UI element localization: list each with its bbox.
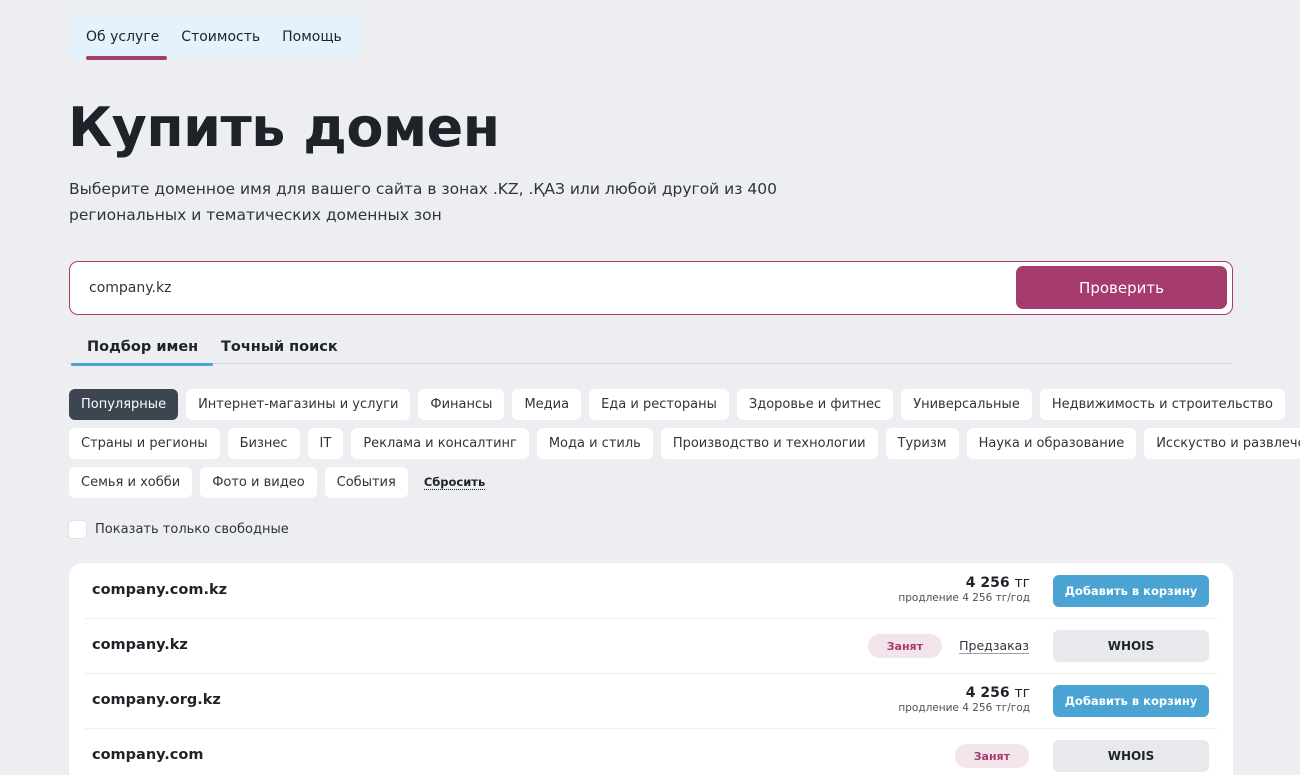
- category-chip[interactable]: Страны и регионы: [69, 428, 220, 459]
- price-amount: 4 256: [965, 685, 1010, 701]
- renewal-price: продление 4 256 тг/год: [898, 702, 1030, 714]
- whois-button[interactable]: WHOIS: [1053, 740, 1209, 772]
- page-subtitle: Выберите доменное имя для вашего сайта в…: [69, 180, 778, 224]
- price-currency: тг: [1014, 685, 1030, 701]
- category-chip[interactable]: События: [324, 467, 408, 498]
- domain-search-box: Проверить: [69, 261, 1233, 315]
- renewal-price: продление 4 256 тг/год: [898, 592, 1030, 604]
- price-block: 4 256 тг продление 4 256 тг/год: [898, 575, 1030, 604]
- free-only-checkbox[interactable]: [68, 520, 87, 539]
- domain-name: company.com: [92, 747, 204, 763]
- add-to-cart-button[interactable]: Добавить в корзину: [1053, 685, 1209, 717]
- preorder-link[interactable]: Предзаказ: [959, 638, 1029, 654]
- domain-name: company.com.kz: [92, 582, 228, 598]
- nav-item-about[interactable]: Об услуге: [80, 14, 168, 60]
- price-block: 4 256 тг продление 4 256 тг/год: [898, 685, 1030, 714]
- category-chip[interactable]: Еда и рестораны: [589, 389, 729, 420]
- domain-results-list: company.com.kz 4 256 тг продление 4 256 …: [69, 563, 1233, 775]
- result-row: company.com.kz 4 256 тг продление 4 256 …: [69, 563, 1233, 618]
- add-to-cart-button[interactable]: Добавить в корзину: [1053, 575, 1209, 607]
- category-chip[interactable]: IT: [307, 428, 344, 459]
- whois-button[interactable]: WHOIS: [1053, 630, 1209, 662]
- category-chip[interactable]: Здоровье и фитнес: [736, 389, 894, 420]
- search-mode-tabs: Подбор имен Точный поиск: [69, 336, 1233, 366]
- reset-filters-link[interactable]: Сбросить: [423, 475, 486, 490]
- domain-search-input[interactable]: [89, 275, 989, 301]
- tab-name-suggestions[interactable]: Подбор имен: [70, 339, 214, 366]
- status-badge: Занят: [867, 634, 942, 658]
- category-chip[interactable]: Популярные: [69, 389, 179, 420]
- category-chip[interactable]: Универсальные: [901, 389, 1032, 420]
- category-chip[interactable]: Реклама и консалтинг: [351, 428, 529, 459]
- check-button[interactable]: Проверить: [1016, 266, 1227, 309]
- category-chip[interactable]: Туризм: [885, 428, 959, 459]
- tab-exact-search[interactable]: Точный поиск: [221, 339, 338, 364]
- category-chip[interactable]: Мода и стиль: [536, 428, 653, 459]
- price-amount: 4 256: [965, 575, 1010, 591]
- status-badge: Занят: [954, 744, 1029, 768]
- category-chip[interactable]: Фото и видео: [200, 467, 317, 498]
- result-row: company.com Занят WHOIS: [69, 728, 1233, 775]
- result-row: company.kz Занят Предзаказ WHOIS: [69, 618, 1233, 673]
- nav-item-help[interactable]: Помощь: [276, 14, 348, 59]
- category-chip[interactable]: Медиа: [512, 389, 582, 420]
- result-row: company.org.kz 4 256 тг продление 4 256 …: [69, 673, 1233, 728]
- top-navigation: Об услуге Стоимость Помощь: [69, 14, 360, 60]
- category-chip[interactable]: Недвижимость и строительство: [1039, 389, 1285, 420]
- page-title: Купить домен: [68, 96, 500, 159]
- nav-item-pricing[interactable]: Стоимость: [175, 14, 266, 59]
- category-chip[interactable]: Финансы: [418, 389, 505, 420]
- category-chip[interactable]: Наука и образование: [966, 428, 1137, 459]
- category-chip[interactable]: Производство и технологии: [660, 428, 878, 459]
- category-filters: Популярные Интернет-магазины и услуги Фи…: [69, 389, 1300, 506]
- category-chip[interactable]: Интернет-магазины и услуги: [186, 389, 411, 420]
- price-currency: тг: [1014, 575, 1030, 591]
- free-only-filter[interactable]: Показать только свободные: [68, 520, 289, 539]
- category-chip[interactable]: Исскуство и развлечения: [1144, 428, 1300, 459]
- domain-name: company.kz: [92, 637, 188, 653]
- free-only-label: Показать только свободные: [95, 522, 289, 537]
- category-chip[interactable]: Бизнес: [227, 428, 300, 459]
- category-chip[interactable]: Семья и хобби: [69, 467, 193, 498]
- domain-name: company.org.kz: [92, 692, 221, 708]
